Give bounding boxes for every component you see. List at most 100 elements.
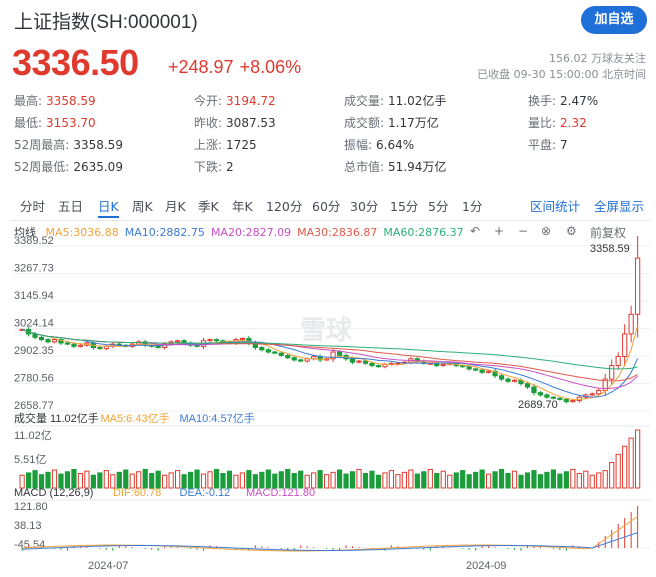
candle: [537, 392, 544, 396]
candle: [375, 365, 382, 368]
tab-15分[interactable]: 15分: [390, 196, 418, 218]
volume-bar: [349, 471, 356, 489]
volume-bar: [492, 471, 498, 489]
volume-bar: [226, 470, 233, 489]
stat-item: 成交量: 11.02亿手: [344, 92, 446, 109]
volume-bar: [272, 473, 278, 489]
market-status: 已收盘 09-30 15:00:00 北京时间: [477, 68, 646, 81]
candle: [570, 400, 576, 403]
stat-label: 振幅:: [344, 138, 373, 152]
stat-label: 成交量:: [344, 94, 385, 108]
price-change: +248.97 +8.06%: [168, 57, 307, 78]
price-axis-label: 3389.52: [14, 236, 54, 247]
volume-bar: [207, 471, 213, 489]
stat-item: 最高: 3358.59: [14, 92, 96, 109]
candle: [298, 359, 304, 362]
stat-item: 量比: 2.32: [528, 114, 587, 131]
range-stats-link[interactable]: 区间统计: [530, 196, 580, 218]
tab-周K[interactable]: 周K: [132, 196, 153, 218]
candle: [71, 343, 77, 347]
stat-item: 平盘: 7: [528, 136, 568, 153]
tab-30分[interactable]: 30分: [350, 196, 378, 218]
kline-chart[interactable]: 3389.52 3267.73 3145.94 3024.14 2902.35 2780.…: [0, 236, 656, 577]
volume-bar: [576, 473, 582, 489]
volume-bar: [557, 473, 563, 489]
volume-bar: [259, 471, 265, 489]
tab-年K[interactable]: 年K: [232, 196, 253, 218]
watermark-text: 雪球: [300, 315, 353, 345]
tab-1分[interactable]: 1分: [462, 196, 482, 218]
tab-5分[interactable]: 5分: [428, 196, 448, 218]
volume-bar: [103, 470, 109, 489]
tab-120分[interactable]: 120分: [266, 196, 302, 218]
candle: [51, 339, 58, 343]
stat-label: 52周最低:: [14, 160, 70, 174]
stat-label: 换手:: [528, 94, 557, 108]
change-percent: +8.06%: [239, 57, 302, 77]
volume-bar: [194, 469, 200, 489]
tab-60分[interactable]: 60分: [312, 196, 340, 218]
stat-item: 总市值: 51.94万亿: [344, 158, 446, 175]
tab-分时[interactable]: 分时: [20, 196, 45, 218]
tab-五日[interactable]: 五日: [58, 196, 83, 218]
volume-bar: [498, 468, 505, 489]
volume-bar: [311, 472, 317, 489]
volume-bar: [479, 469, 485, 489]
period-tabs: 分时 五日 日K 周K 月K 季K 年K 120分 60分 30分 15分 5分 1分 区间统计 全屏显示: [0, 196, 656, 220]
stat-item: 最低: 3153.70: [14, 114, 96, 131]
volume-bar: [265, 469, 271, 489]
volume-axis-label: 5.51亿: [14, 453, 46, 466]
candle: [466, 366, 472, 370]
volume-bar: [45, 471, 51, 489]
candle: [103, 345, 109, 350]
volume-bar: [71, 468, 77, 489]
tab-月K[interactable]: 月K: [165, 196, 186, 218]
stat-label: 下跌:: [194, 160, 223, 174]
stat-item: 换手: 2.47%: [528, 92, 598, 109]
volume-bar: [162, 474, 168, 489]
add-to-watchlist-button[interactable]: 加自选: [581, 6, 647, 34]
tab-季K[interactable]: 季K: [198, 196, 219, 218]
candle: [557, 397, 563, 400]
fullscreen-link[interactable]: 全屏显示: [594, 196, 644, 218]
candle: [596, 389, 602, 395]
tab-日K[interactable]: 日K: [98, 196, 119, 218]
volume-bar: [388, 470, 395, 489]
stat-value: 11.02亿手: [388, 94, 447, 108]
volume-bar: [615, 453, 621, 489]
candle: [272, 351, 278, 354]
candle: [213, 339, 220, 342]
x-tick-label: 2024-09: [466, 560, 506, 572]
price-axis-label: 2658.77: [14, 400, 54, 412]
volume-bar: [285, 468, 291, 489]
volume-bar: [32, 470, 38, 489]
macd-axis-label: 121.80: [14, 501, 48, 513]
volume-bar: [518, 474, 524, 489]
candle: [479, 369, 485, 373]
macd-axis-label: 38.13: [14, 520, 42, 532]
volume-bar: [38, 474, 45, 489]
candle: [155, 345, 161, 348]
candle: [635, 257, 641, 315]
candle: [505, 378, 511, 382]
candle: [207, 339, 213, 342]
volume-bar: [136, 471, 142, 489]
volume-bar: [622, 445, 628, 489]
stat-item: 52周最低: 2635.09: [14, 158, 123, 175]
stat-value: 1725: [226, 138, 257, 152]
volume-legend-item: 成交量 11.02亿手: [14, 411, 99, 425]
stat-label: 今开:: [194, 94, 223, 108]
stat-item: 昨收: 3087.53: [194, 114, 276, 131]
volume-bar: [466, 474, 472, 489]
price-axis-label: 2902.35: [14, 345, 54, 357]
stat-value: 2.32: [560, 116, 587, 130]
stat-value: 2635.09: [73, 160, 123, 174]
volume-bar: [291, 473, 297, 489]
candle: [524, 383, 531, 388]
volume-bar: [142, 468, 148, 489]
candle: [486, 370, 492, 373]
volume-bar: [77, 473, 84, 489]
volume-bar: [550, 469, 557, 489]
volume-bar: [239, 472, 246, 489]
candle: [615, 356, 621, 367]
